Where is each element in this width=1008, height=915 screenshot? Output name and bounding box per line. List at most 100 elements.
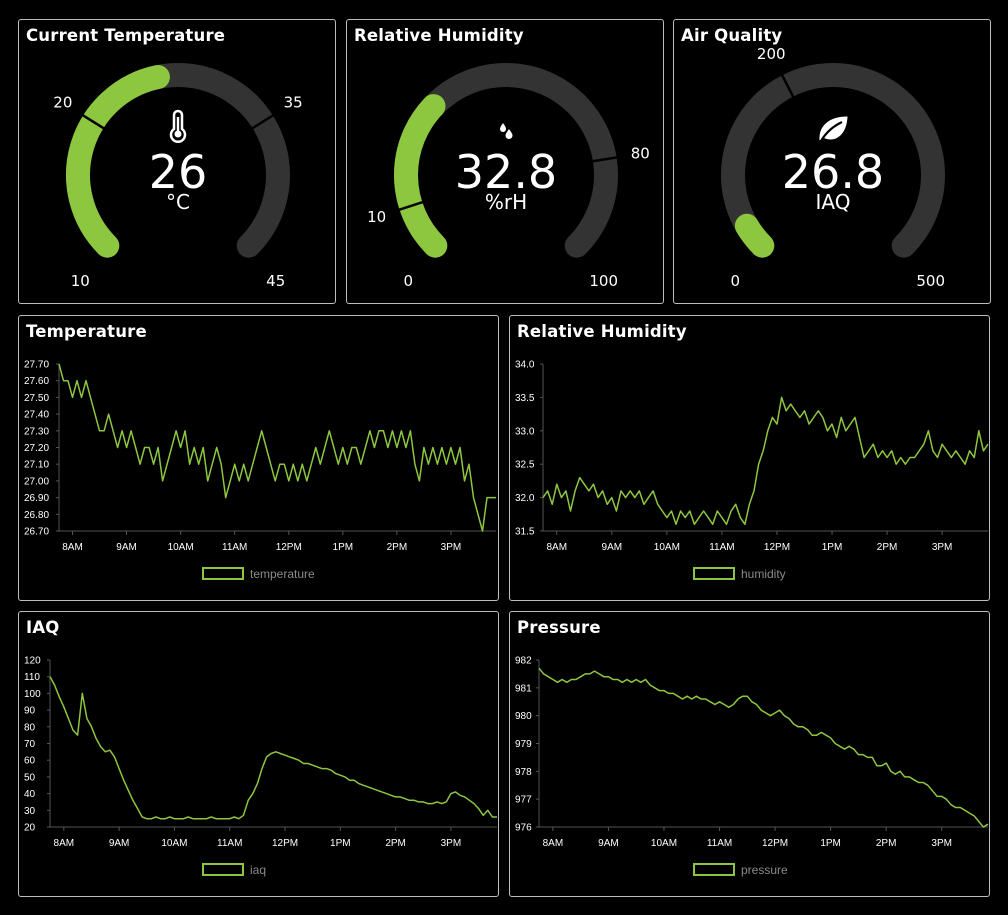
gauge-tick-label: 10 bbox=[71, 272, 90, 290]
legend-swatch[interactable] bbox=[693, 863, 735, 876]
y-tick-label: 32.0 bbox=[515, 493, 535, 504]
y-tick-label: 980 bbox=[515, 711, 532, 722]
y-tick-label: 50 bbox=[24, 772, 36, 783]
x-tick-label: 9AM bbox=[116, 542, 137, 553]
iaq-chart: 120 110 100 90 80 70 60 50 40 30 20 8AM 9AM 10AM 11AM 1… bbox=[24, 656, 497, 877]
y-tick-label: 120 bbox=[24, 656, 41, 667]
series-line bbox=[538, 667, 989, 828]
pressure-chart: 982 981 980 979 978 977 976 8AM 9AM 10AM 11AM 12PM 1… bbox=[515, 656, 989, 877]
x-tick-label: 12PM bbox=[276, 542, 302, 553]
legend-label[interactable]: humidity bbox=[741, 567, 786, 581]
y-tick-label: 70 bbox=[24, 739, 36, 750]
x-tick-label: 12PM bbox=[762, 838, 788, 849]
y-tick-label: 27.10 bbox=[24, 460, 49, 471]
y-tick-label: 27.70 bbox=[24, 360, 49, 371]
y-tick-label: 30 bbox=[24, 806, 36, 817]
gauge-tick-label: 35 bbox=[284, 94, 303, 112]
x-tick-label: 8AM bbox=[62, 542, 83, 553]
humidity-gauge: 0108010032.8%rH bbox=[367, 63, 650, 290]
x-tick-label: 10AM bbox=[168, 542, 194, 553]
temperature-gauge-panel: Current Temperature 10 20 35 45 26 °C bbox=[18, 19, 336, 304]
x-tick-label: 10AM bbox=[654, 542, 680, 553]
y-tick-label: 26.70 bbox=[24, 527, 49, 538]
x-tick-label: 12PM bbox=[764, 542, 790, 553]
y-tick-label: 27.00 bbox=[24, 476, 49, 487]
y-tick-label: 90 bbox=[24, 706, 36, 717]
x-tick-label: 2PM bbox=[385, 838, 406, 849]
y-tick-label: 26.80 bbox=[24, 510, 49, 521]
y-tick-label: 33.0 bbox=[515, 426, 535, 437]
y-tick-label: 979 bbox=[515, 739, 532, 750]
legend-label[interactable]: iaq bbox=[250, 863, 266, 877]
gauge-tick-label: 80 bbox=[631, 145, 650, 163]
y-tick-label: 26.90 bbox=[24, 493, 49, 504]
gauge-tick-label: 0 bbox=[404, 272, 414, 290]
x-tick-label: 11AM bbox=[707, 838, 732, 849]
x-tick-label: 3PM bbox=[931, 838, 952, 849]
x-tick-label: 11AM bbox=[222, 542, 247, 553]
y-tick-label: 100 bbox=[24, 689, 41, 700]
x-tick-label: 3PM bbox=[441, 542, 462, 553]
x-tick-label: 2PM bbox=[877, 542, 898, 553]
legend-label[interactable]: pressure bbox=[741, 863, 788, 877]
humidity-chart-panel: Relative Humidity 34.0 33.5 33.0 32.5 32.0 31… bbox=[509, 315, 990, 601]
air-quality-gauge: 020050026.8IAQ bbox=[721, 45, 945, 290]
iaq-chart-panel: IAQ 120 110 100 90 80 70 60 50 40 30 20 8AM 9AM 10AM 1… bbox=[18, 611, 499, 897]
y-tick-label: 978 bbox=[515, 767, 532, 778]
x-tick-label: 1PM bbox=[822, 542, 843, 553]
y-tick-label: 981 bbox=[515, 683, 532, 694]
gauge-value-arc bbox=[734, 213, 775, 258]
x-tick-label: 3PM bbox=[932, 542, 953, 553]
gauge-tick-label: 100 bbox=[589, 272, 618, 290]
gauge-value-arc bbox=[394, 94, 448, 258]
gauge-tick-label: 20 bbox=[53, 94, 72, 112]
humidity-gauge-panel: Relative Humidity 0 10 80 100 32.8 %rH bbox=[346, 19, 664, 304]
gauge-tick-label: 500 bbox=[916, 272, 945, 290]
x-tick-label: 9AM bbox=[602, 542, 623, 553]
y-tick-label: 31.5 bbox=[515, 527, 535, 538]
y-tick-label: 34.0 bbox=[515, 360, 535, 371]
series-line bbox=[542, 396, 989, 526]
y-tick-label: 27.40 bbox=[24, 410, 49, 421]
x-tick-label: 10AM bbox=[161, 838, 187, 849]
series-line bbox=[49, 676, 497, 820]
y-tick-label: 977 bbox=[515, 795, 532, 806]
x-tick-label: 11AM bbox=[709, 542, 734, 553]
legend-label[interactable]: temperature bbox=[250, 567, 315, 581]
x-tick-label: 2PM bbox=[876, 838, 897, 849]
y-tick-label: 40 bbox=[24, 789, 36, 800]
y-tick-label: 80 bbox=[24, 722, 36, 733]
gauge-tick-label: 45 bbox=[266, 272, 285, 290]
legend-swatch[interactable] bbox=[693, 567, 735, 580]
x-tick-label: 3PM bbox=[441, 838, 462, 849]
y-tick-label: 33.5 bbox=[515, 393, 535, 404]
y-tick-label: 110 bbox=[24, 672, 40, 683]
y-tick-label: 32.5 bbox=[515, 460, 535, 471]
gauge-tick-label: 0 bbox=[731, 272, 741, 290]
temperature-chart: 27.70 27.60 27.50 27.40 27.30 27.20 27.10 27.00… bbox=[24, 360, 496, 581]
gauge-tick-label: 10 bbox=[367, 208, 386, 226]
gauge-unit: °C bbox=[166, 190, 190, 214]
leaf-icon bbox=[819, 116, 848, 142]
thermometer-icon bbox=[169, 109, 187, 143]
pressure-chart-panel: Pressure 982 981 980 979 978 977 976 8AM 9AM 10AM… bbox=[509, 611, 990, 897]
gauge-unit: %rH bbox=[485, 190, 527, 214]
temperature-gauge: 1020 354526°C bbox=[53, 63, 303, 290]
gauge-value-arc bbox=[66, 65, 170, 258]
y-tick-label: 27.60 bbox=[24, 376, 49, 387]
x-tick-label: 9AM bbox=[109, 838, 130, 849]
y-tick-label: 982 bbox=[515, 656, 532, 667]
y-tick-label: 976 bbox=[515, 823, 532, 834]
x-tick-label: 8AM bbox=[543, 838, 564, 849]
x-tick-label: 10AM bbox=[651, 838, 677, 849]
y-tick-label: 27.20 bbox=[24, 443, 49, 454]
x-tick-label: 9AM bbox=[598, 838, 619, 849]
x-tick-label: 1PM bbox=[333, 542, 354, 553]
x-tick-label: 1PM bbox=[330, 838, 351, 849]
temperature-chart-panel: Temperature 27.70 27.60 27.50 27.40 27.30 27.… bbox=[18, 315, 499, 601]
x-tick-label: 2PM bbox=[387, 542, 408, 553]
gauge-unit: IAQ bbox=[816, 190, 851, 214]
x-tick-label: 8AM bbox=[546, 542, 567, 553]
legend-swatch[interactable] bbox=[202, 567, 244, 580]
legend-swatch[interactable] bbox=[202, 863, 244, 876]
